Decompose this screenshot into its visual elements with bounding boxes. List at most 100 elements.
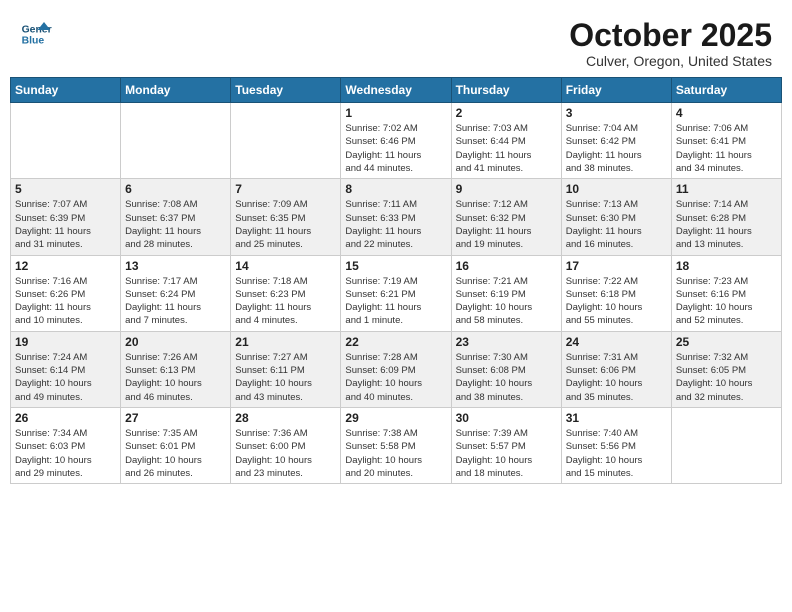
- calendar-cell: 31Sunrise: 7:40 AM Sunset: 5:56 PM Dayli…: [561, 407, 671, 483]
- day-number: 26: [15, 411, 116, 425]
- day-info: Sunrise: 7:32 AM Sunset: 6:05 PM Dayligh…: [676, 351, 777, 404]
- day-info: Sunrise: 7:24 AM Sunset: 6:14 PM Dayligh…: [15, 351, 116, 404]
- day-info: Sunrise: 7:35 AM Sunset: 6:01 PM Dayligh…: [125, 427, 226, 480]
- day-number: 30: [456, 411, 557, 425]
- calendar-table: SundayMondayTuesdayWednesdayThursdayFrid…: [10, 77, 782, 484]
- day-number: 23: [456, 335, 557, 349]
- day-number: 22: [345, 335, 446, 349]
- day-number: 12: [15, 259, 116, 273]
- calendar-week-4: 19 Sunrise: 7:24 AM Sunset: 6:14 PM Dayli…: [11, 331, 782, 407]
- day-info: Sunrise: 7:06 AM Sunset: 6:41 PM Dayligh…: [676, 122, 777, 175]
- calendar-cell: 7 Sunrise: 7:09 AM Sunset: 6:35 PM Daylig…: [231, 179, 341, 255]
- day-number: 17: [566, 259, 667, 273]
- logo-icon: General Blue: [20, 18, 52, 50]
- calendar-cell: 30 Sunrise: 7:39 AM Sunset: 5:57 PM Dayli…: [451, 407, 561, 483]
- calendar-cell: 24Sunrise: 7:31 AM Sunset: 6:06 PM Dayli…: [561, 331, 671, 407]
- day-number: 4: [676, 106, 777, 120]
- weekday-header-tuesday: Tuesday: [231, 78, 341, 103]
- day-number: 27: [125, 411, 226, 425]
- calendar-cell: 29 Sunrise: 7:38 AM Sunset: 5:58 PM Dayli…: [341, 407, 451, 483]
- weekday-header-sunday: Sunday: [11, 78, 121, 103]
- calendar-cell: [11, 103, 121, 179]
- day-number: 15: [345, 259, 446, 273]
- day-info: Sunrise: 7:17 AM Sunset: 6:24 PM Dayligh…: [125, 275, 226, 328]
- day-info: Sunrise: 7:23 AM Sunset: 6:16 PM Dayligh…: [676, 275, 777, 328]
- calendar-week-2: 5Sunrise: 7:07 AM Sunset: 6:39 PM Daylig…: [11, 179, 782, 255]
- day-info: Sunrise: 7:12 AM Sunset: 6:32 PM Dayligh…: [456, 198, 557, 251]
- day-info: Sunrise: 7:02 AM Sunset: 6:46 PM Dayligh…: [345, 122, 446, 175]
- day-number: 28: [235, 411, 336, 425]
- calendar-header: SundayMondayTuesdayWednesdayThursdayFrid…: [11, 78, 782, 103]
- day-number: 10: [566, 182, 667, 196]
- day-number: 8: [345, 182, 446, 196]
- calendar-cell: 8 Sunrise: 7:11 AM Sunset: 6:33 PM Daylig…: [341, 179, 451, 255]
- calendar-cell: 20Sunrise: 7:26 AM Sunset: 6:13 PM Dayli…: [121, 331, 231, 407]
- calendar-cell: 14 Sunrise: 7:18 AM Sunset: 6:23 PM Dayli…: [231, 255, 341, 331]
- day-info: Sunrise: 7:13 AM Sunset: 6:30 PM Dayligh…: [566, 198, 667, 251]
- day-number: 6: [125, 182, 226, 196]
- day-info: Sunrise: 7:28 AM Sunset: 6:09 PM Dayligh…: [345, 351, 446, 404]
- calendar-cell: 5Sunrise: 7:07 AM Sunset: 6:39 PM Daylig…: [11, 179, 121, 255]
- day-info: Sunrise: 7:19 AM Sunset: 6:21 PM Dayligh…: [345, 275, 446, 328]
- day-info: Sunrise: 7:09 AM Sunset: 6:35 PM Dayligh…: [235, 198, 336, 251]
- calendar-cell: 18 Sunrise: 7:23 AM Sunset: 6:16 PM Dayli…: [671, 255, 781, 331]
- day-number: 14: [235, 259, 336, 273]
- day-info: Sunrise: 7:04 AM Sunset: 6:42 PM Dayligh…: [566, 122, 667, 175]
- day-number: 18: [676, 259, 777, 273]
- calendar-cell: 22 Sunrise: 7:28 AM Sunset: 6:09 PM Dayli…: [341, 331, 451, 407]
- calendar-cell: 16 Sunrise: 7:21 AM Sunset: 6:19 PM Dayli…: [451, 255, 561, 331]
- day-info: Sunrise: 7:38 AM Sunset: 5:58 PM Dayligh…: [345, 427, 446, 480]
- calendar-week-5: 26 Sunrise: 7:34 AM Sunset: 6:03 PM Dayli…: [11, 407, 782, 483]
- day-number: 3: [566, 106, 667, 120]
- day-info: Sunrise: 7:11 AM Sunset: 6:33 PM Dayligh…: [345, 198, 446, 251]
- weekday-header-saturday: Saturday: [671, 78, 781, 103]
- day-info: Sunrise: 7:27 AM Sunset: 6:11 PM Dayligh…: [235, 351, 336, 404]
- calendar-cell: 17 Sunrise: 7:22 AM Sunset: 6:18 PM Dayli…: [561, 255, 671, 331]
- day-info: Sunrise: 7:36 AM Sunset: 6:00 PM Dayligh…: [235, 427, 336, 480]
- calendar-cell: 1 Sunrise: 7:02 AM Sunset: 6:46 PM Daylig…: [341, 103, 451, 179]
- day-info: Sunrise: 7:34 AM Sunset: 6:03 PM Dayligh…: [15, 427, 116, 480]
- day-number: 1: [345, 106, 446, 120]
- day-number: 2: [456, 106, 557, 120]
- calendar-body: 1 Sunrise: 7:02 AM Sunset: 6:46 PM Daylig…: [11, 103, 782, 484]
- day-number: 7: [235, 182, 336, 196]
- day-info: Sunrise: 7:14 AM Sunset: 6:28 PM Dayligh…: [676, 198, 777, 251]
- day-number: 19: [15, 335, 116, 349]
- day-info: Sunrise: 7:21 AM Sunset: 6:19 PM Dayligh…: [456, 275, 557, 328]
- day-number: 29: [345, 411, 446, 425]
- day-info: Sunrise: 7:18 AM Sunset: 6:23 PM Dayligh…: [235, 275, 336, 328]
- day-info: Sunrise: 7:03 AM Sunset: 6:44 PM Dayligh…: [456, 122, 557, 175]
- day-info: Sunrise: 7:30 AM Sunset: 6:08 PM Dayligh…: [456, 351, 557, 404]
- calendar-cell: 13Sunrise: 7:17 AM Sunset: 6:24 PM Dayli…: [121, 255, 231, 331]
- location: Culver, Oregon, United States: [569, 53, 772, 69]
- weekday-header-monday: Monday: [121, 78, 231, 103]
- calendar-cell: 2 Sunrise: 7:03 AM Sunset: 6:44 PM Daylig…: [451, 103, 561, 179]
- calendar-cell: [231, 103, 341, 179]
- page-header: General Blue October 2025 Culver, Oregon…: [10, 10, 782, 77]
- day-info: Sunrise: 7:26 AM Sunset: 6:13 PM Dayligh…: [125, 351, 226, 404]
- calendar-cell: 23 Sunrise: 7:30 AM Sunset: 6:08 PM Dayli…: [451, 331, 561, 407]
- day-info: Sunrise: 7:22 AM Sunset: 6:18 PM Dayligh…: [566, 275, 667, 328]
- calendar-cell: 25 Sunrise: 7:32 AM Sunset: 6:05 PM Dayli…: [671, 331, 781, 407]
- calendar-cell: 6 Sunrise: 7:08 AM Sunset: 6:37 PM Daylig…: [121, 179, 231, 255]
- title-block: October 2025 Culver, Oregon, United Stat…: [569, 18, 772, 69]
- day-info: Sunrise: 7:08 AM Sunset: 6:37 PM Dayligh…: [125, 198, 226, 251]
- weekday-header-wednesday: Wednesday: [341, 78, 451, 103]
- day-number: 16: [456, 259, 557, 273]
- calendar-cell: 10 Sunrise: 7:13 AM Sunset: 6:30 PM Dayli…: [561, 179, 671, 255]
- calendar-cell: 4 Sunrise: 7:06 AM Sunset: 6:41 PM Daylig…: [671, 103, 781, 179]
- calendar-cell: 12Sunrise: 7:16 AM Sunset: 6:26 PM Dayli…: [11, 255, 121, 331]
- day-info: Sunrise: 7:31 AM Sunset: 6:06 PM Dayligh…: [566, 351, 667, 404]
- day-number: 25: [676, 335, 777, 349]
- day-info: Sunrise: 7:39 AM Sunset: 5:57 PM Dayligh…: [456, 427, 557, 480]
- calendar-cell: 28 Sunrise: 7:36 AM Sunset: 6:00 PM Dayli…: [231, 407, 341, 483]
- weekday-header-friday: Friday: [561, 78, 671, 103]
- day-number: 9: [456, 182, 557, 196]
- calendar-cell: 15 Sunrise: 7:19 AM Sunset: 6:21 PM Dayli…: [341, 255, 451, 331]
- calendar-cell: 27 Sunrise: 7:35 AM Sunset: 6:01 PM Dayli…: [121, 407, 231, 483]
- calendar-cell: 9 Sunrise: 7:12 AM Sunset: 6:32 PM Daylig…: [451, 179, 561, 255]
- calendar-cell: 11Sunrise: 7:14 AM Sunset: 6:28 PM Dayli…: [671, 179, 781, 255]
- calendar-week-3: 12Sunrise: 7:16 AM Sunset: 6:26 PM Dayli…: [11, 255, 782, 331]
- calendar-cell: 21Sunrise: 7:27 AM Sunset: 6:11 PM Dayli…: [231, 331, 341, 407]
- weekday-row: SundayMondayTuesdayWednesdayThursdayFrid…: [11, 78, 782, 103]
